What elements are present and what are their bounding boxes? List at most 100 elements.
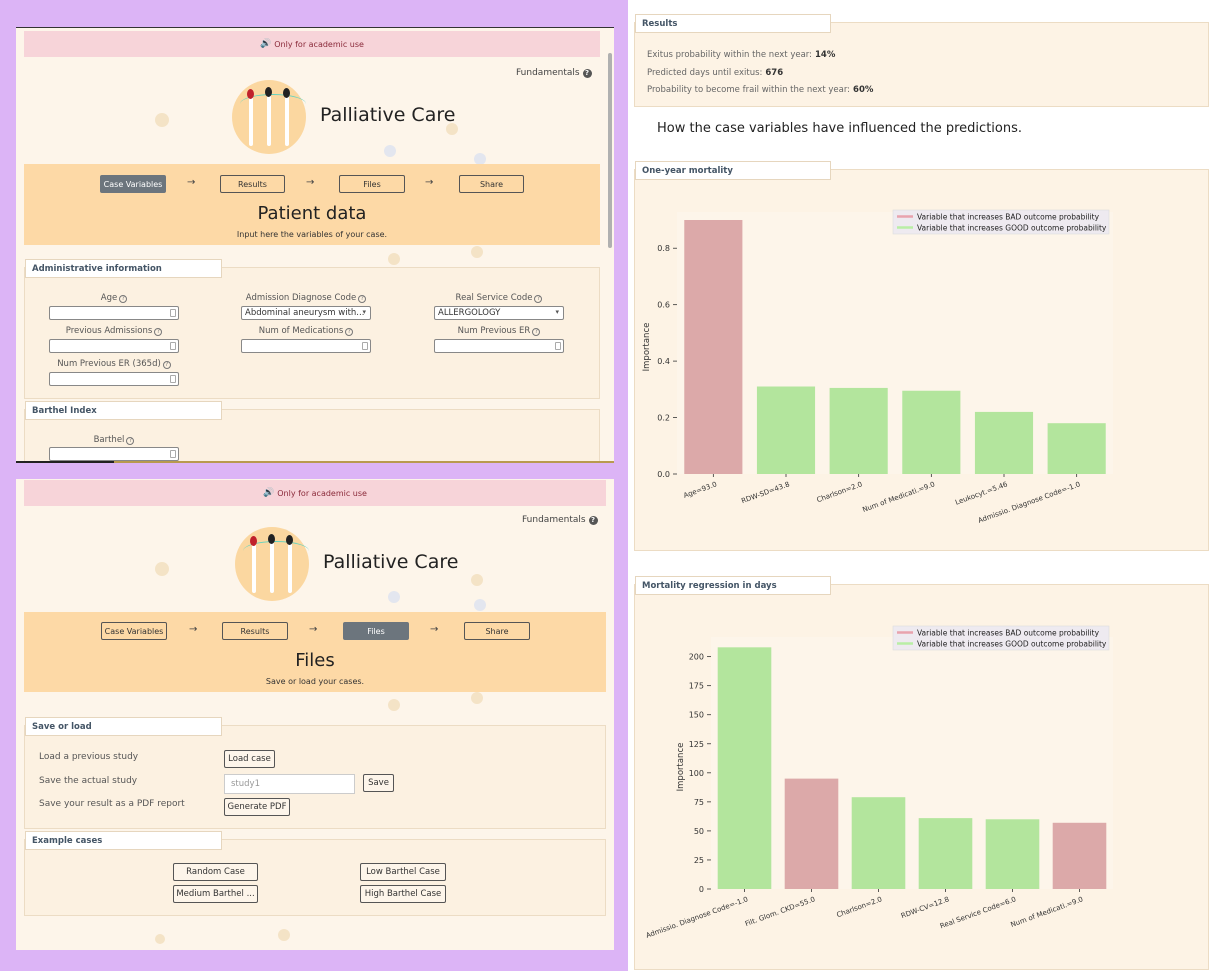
y-tick-label: 175 (689, 682, 704, 691)
example-cases-section-tab: Example cases (25, 831, 222, 850)
step-results[interactable]: Results (222, 622, 288, 640)
medium-barthel-case-button[interactable]: Medium Barthel ... (173, 885, 258, 903)
save-button[interactable]: Save (363, 774, 394, 792)
num-prev-er-input[interactable] (434, 339, 564, 353)
high-barthel-case-button[interactable]: High Barthel Case (360, 885, 446, 903)
y-tick-label: 50 (694, 827, 704, 836)
y-tick-label: 0.8 (657, 244, 670, 253)
decor-dot (471, 692, 483, 704)
help-icon[interactable]: ? (162, 361, 171, 369)
one-year-mortality-chart: 0.0 0.2 0.4 0.6 0.8 Importance Age=93.0 RDW-SD=… (642, 209, 1113, 525)
decor-dot (278, 929, 290, 941)
x-tick-label: Leukocyt.=5.46 (954, 480, 1009, 507)
legend-bad-label: Variable that increases BAD outcome prob… (917, 629, 1100, 638)
logo-stick (252, 543, 256, 593)
step-results[interactable]: Results (220, 175, 285, 193)
logo-tip (265, 87, 272, 97)
bar (829, 387, 888, 474)
y-tick-label: 200 (689, 653, 704, 662)
frail-probability: Probability to become frail within the n… (647, 85, 874, 95)
x-tick-label: Charlson=2.0 (836, 895, 884, 919)
help-icon[interactable]: ? (126, 437, 135, 445)
age-label: Age? (49, 293, 179, 303)
random-case-button[interactable]: Random Case (173, 863, 258, 881)
age-input[interactable] (49, 306, 179, 320)
num-prev-er-365-input[interactable] (49, 372, 179, 386)
bar (684, 220, 743, 474)
chart2-card-tab: Mortality regression in days (635, 576, 831, 595)
decor-dot (388, 699, 400, 711)
bar (918, 818, 973, 889)
help-icon[interactable]: ? (532, 328, 541, 336)
help-icon[interactable]: ? (345, 328, 354, 336)
load-case-button[interactable]: Load case (224, 750, 275, 768)
logo-stick (270, 541, 274, 593)
step-share[interactable]: Share (459, 175, 524, 193)
logo-tip (286, 535, 293, 545)
spinner-icon[interactable] (170, 375, 176, 383)
speaker-icon: 🔊 (263, 488, 275, 498)
help-icon[interactable]: ? (358, 295, 367, 303)
page-subtitle: Input here the variables of your case. (236, 230, 388, 239)
scrollbar[interactable] (608, 53, 612, 248)
spinner-icon[interactable] (170, 450, 176, 458)
chevron-down-icon: ▾ (362, 308, 366, 316)
generate-pdf-button[interactable]: Generate PDF (224, 798, 290, 816)
y-tick-label: 0.0 (657, 470, 670, 479)
real-service-select[interactable]: ALLERGOLOGY ▾ (434, 306, 564, 320)
help-icon[interactable]: ? (154, 328, 163, 336)
speaker-icon: 🔊 (260, 39, 272, 49)
y-tick-label: 25 (694, 856, 704, 865)
load-label: Load a previous study (39, 752, 139, 762)
logo-stick (288, 541, 292, 593)
logo-tip (250, 536, 257, 546)
barthel-input[interactable] (49, 447, 179, 461)
logo-tip (283, 88, 290, 98)
decor-dot (155, 934, 165, 944)
fundamentals-link[interactable]: Fundamentals ? (522, 515, 598, 525)
arrow-right-icon: → (309, 624, 318, 635)
palliative-logo (232, 80, 306, 154)
bar (1052, 822, 1107, 889)
app-title: Palliative Care (320, 104, 456, 126)
barthel-label: Barthel? (49, 435, 179, 445)
y-tick-label: 100 (689, 769, 704, 778)
step-case-variables[interactable]: Case Variables (100, 175, 166, 193)
help-icon[interactable]: ? (534, 295, 543, 303)
legend-bad-label: Variable that increases BAD outcome prob… (917, 213, 1100, 222)
step-files[interactable]: Files (343, 622, 409, 640)
question-icon: ? (582, 68, 592, 78)
page-subtitle: Save or load your cases. (265, 677, 365, 686)
fundamentals-link[interactable]: Fundamentals ? (516, 68, 592, 78)
arrow-right-icon: → (189, 624, 198, 635)
logo-tip (247, 89, 254, 99)
low-barthel-case-button[interactable]: Low Barthel Case (360, 863, 446, 881)
bar (902, 390, 961, 474)
stepper-bar: Case Variables → Results → Files → Share… (24, 612, 606, 692)
decor-dot (388, 253, 400, 265)
x-tick-label: RDW-CV=12.8 (900, 895, 950, 920)
prev-admissions-input[interactable] (49, 339, 179, 353)
admission-code-select[interactable]: Abdominal aneurysm with... ▾ (241, 306, 371, 320)
arrow-right-icon: → (425, 177, 434, 188)
plot-area (677, 212, 1113, 474)
legend-good-label: Variable that increases GOOD outcome pro… (917, 640, 1107, 649)
spinner-icon[interactable] (555, 342, 561, 350)
files-window: 🔊 Only for academic use Fundamentals ? P… (16, 479, 614, 950)
step-share[interactable]: Share (464, 622, 530, 640)
spinner-icon[interactable] (170, 309, 176, 317)
one-year-mortality-card: One-year mortality 0.0 0.2 0.4 0.6 0.8 Import… (634, 161, 1209, 551)
barthel-section-tab: Barthel Index (25, 401, 222, 420)
step-case-variables[interactable]: Case Variables (101, 622, 167, 640)
step-files[interactable]: Files (339, 175, 405, 193)
bar (985, 819, 1040, 889)
spinner-icon[interactable] (170, 342, 176, 350)
bar (756, 386, 816, 474)
num-medications-input[interactable] (241, 339, 371, 353)
bar (784, 778, 839, 889)
help-icon[interactable]: ? (119, 295, 128, 303)
spinner-icon[interactable] (362, 342, 368, 350)
y-tick-label: 75 (694, 798, 704, 807)
study-name-input[interactable]: study1 (224, 774, 355, 794)
chart1-card-tab: One-year mortality (635, 161, 831, 180)
